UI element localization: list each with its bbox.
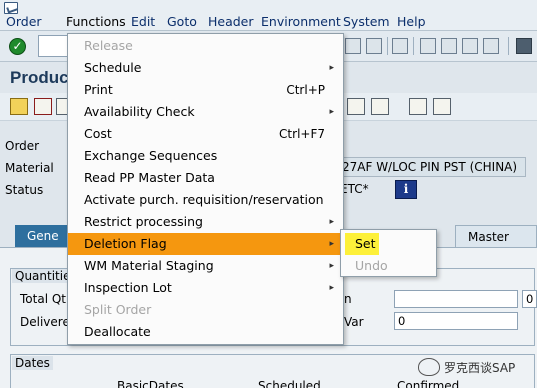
command-field[interactable] [38,35,68,57]
scheduled-header: Scheduled [258,379,321,388]
menu-help[interactable]: Help [397,14,426,29]
functions-menu: Release Schedule ▸ Print Ctrl+P Availabili… [67,33,344,345]
grid-icon[interactable] [409,98,427,115]
quantity-input[interactable] [394,290,518,308]
page-title: Produc [10,68,69,87]
menu-item-release[interactable]: Release [68,35,343,57]
status-value: ETC* [340,182,369,196]
menu-edit[interactable]: Edit [131,14,155,29]
dates-group-title: Dates [12,356,53,370]
copy-icon[interactable] [347,98,365,115]
submenu-arrow-icon: ▸ [329,63,334,73]
variance-label: Var [344,315,364,329]
toolbar-separator [387,37,388,55]
quantity-right-label: n [344,292,352,306]
info-icon[interactable]: i [395,180,417,199]
menu-item-read-pp-master-data[interactable]: Read PP Master Data [68,167,343,189]
menu-environment[interactable]: Environment [261,14,341,29]
next-page-icon[interactable] [441,38,457,54]
submenu-item-set[interactable]: Set [345,233,379,255]
menu-order[interactable]: Order [6,14,42,29]
total-qty-label: Total Qt [20,292,66,306]
menu-item-wm-material-staging[interactable]: WM Material Staging ▸ [68,255,343,277]
variance-input[interactable]: 0 [394,312,518,330]
header-icon[interactable] [10,98,28,115]
menu-item-split-order[interactable]: Split Order [68,299,343,321]
submenu-arrow-icon: ▸ [329,283,334,293]
toolbar-separator [508,37,509,55]
menu-item-exchange-sequences[interactable]: Exchange Sequences [68,145,343,167]
list-icon[interactable] [371,98,389,115]
shortcut-icon[interactable] [516,38,532,54]
submenu-item-undo[interactable]: Undo [341,255,436,277]
tab-master-data[interactable]: Master Data [455,225,537,266]
menu-item-deletion-flag[interactable]: Deletion Flag ▸ [68,233,343,255]
status-label: Status [5,183,44,197]
menu-item-availability-check[interactable]: Availability Check ▸ [68,101,343,123]
menu-item-restrict-processing[interactable]: Restrict processing ▸ [68,211,343,233]
menu-item-inspection-lot[interactable]: Inspection Lot ▸ [68,277,343,299]
menu-item-print[interactable]: Print Ctrl+P [68,79,343,101]
system-menu-icon[interactable] [4,2,18,14]
deletion-flag-submenu: Set Undo [340,229,437,277]
previous-page-icon[interactable] [420,38,436,54]
menu-goto[interactable]: Goto [167,14,197,29]
layout-icon[interactable] [433,98,451,115]
quantity-input-2[interactable]: 0 [522,290,537,308]
menu-item-cost[interactable]: Cost Ctrl+F7 [68,123,343,145]
first-page-icon[interactable] [392,38,408,54]
watermark: 罗克西谈SAP [418,356,537,382]
find-icon[interactable] [345,38,361,54]
new-session-icon[interactable] [483,38,499,54]
toolbar-separator [413,37,414,55]
menu-item-activate-purch-requisition[interactable]: Activate purch. requisition/reservation [68,189,343,211]
submenu-arrow-icon: ▸ [329,239,334,249]
menu-system[interactable]: System [343,14,390,29]
enter-button[interactable]: ✓ [9,38,26,55]
menu-header[interactable]: Header [208,14,254,29]
basic-dates-header: BasicDates [117,379,184,388]
menu-functions[interactable]: Functions [66,14,126,29]
wechat-logo-icon [418,358,440,376]
tab-general[interactable]: Gene [15,225,70,247]
find-next-icon[interactable] [366,38,382,54]
menu-item-schedule[interactable]: Schedule ▸ [68,57,343,79]
menu-item-deallocate[interactable]: Deallocate [68,321,343,343]
menubar: Order Functions Edit Goto Header Environ… [0,0,537,31]
operations-icon[interactable] [34,98,52,115]
material-label: Material [5,161,54,175]
submenu-arrow-icon: ▸ [329,217,334,227]
last-page-icon[interactable] [462,38,478,54]
quantities-group-title: Quantitie [12,269,74,283]
material-description: 27AF W/LOC PIN PST (CHINA) [342,160,518,174]
submenu-arrow-icon: ▸ [329,261,334,271]
order-label: Order [5,139,40,153]
submenu-arrow-icon: ▸ [329,107,334,117]
